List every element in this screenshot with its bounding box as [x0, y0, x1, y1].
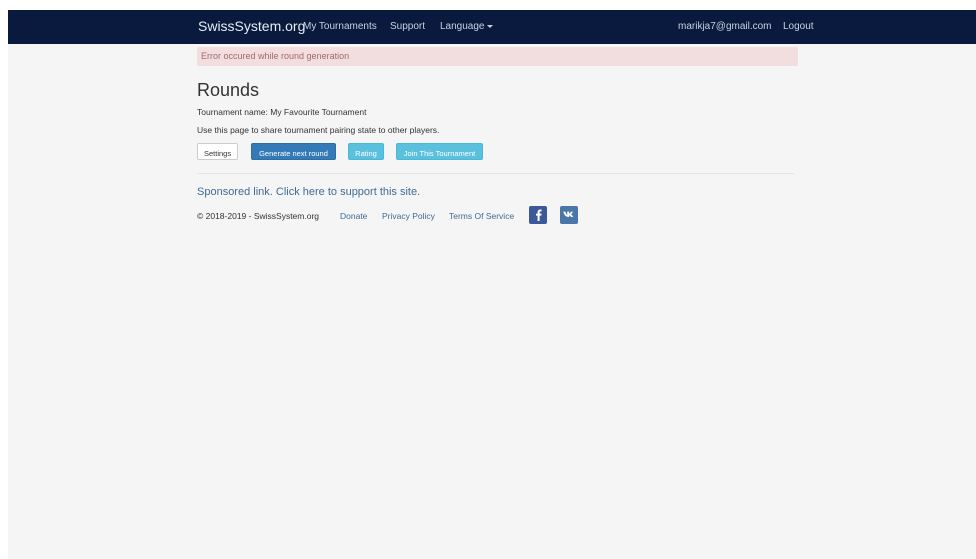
nav-logout[interactable]: Logout: [783, 21, 814, 32]
top-navbar: SwissSystem.org My Tournaments Support L…: [8, 10, 976, 44]
page-description: Use this page to share tournament pairin…: [197, 125, 440, 135]
caret-down-icon: [486, 24, 493, 28]
nav-my-tournaments[interactable]: My Tournaments: [303, 21, 377, 32]
join-tournament-button[interactable]: Join This Tournament: [396, 143, 483, 160]
nav-language-dropdown[interactable]: Language: [440, 21, 493, 32]
facebook-icon[interactable]: [529, 206, 547, 224]
nav-language-label: Language: [440, 21, 485, 32]
page-title: Rounds: [197, 80, 260, 100]
rating-button[interactable]: Rating: [348, 143, 384, 160]
sponsored-link[interactable]: Sponsored link. Click here to support th…: [197, 186, 420, 198]
nav-support[interactable]: Support: [390, 21, 425, 32]
footer-link-terms-of-service[interactable]: Terms Of Service: [449, 211, 514, 221]
page-body: SwissSystem.org My Tournaments Support L…: [8, 10, 976, 559]
error-alert-message: Error occured while round generation: [201, 51, 350, 61]
footer-link-privacy-policy[interactable]: Privacy Policy: [382, 211, 435, 221]
error-alert: Error occured while round generation: [197, 47, 798, 66]
tournament-name: Tournament name: My Favourite Tournament: [197, 107, 367, 117]
section-divider: [197, 173, 794, 174]
nav-user-email[interactable]: marikja7@gmail.com: [678, 21, 772, 32]
copyright-text: © 2018-2019 - SwissSystem.org: [197, 211, 320, 221]
brand-link[interactable]: SwissSystem.org: [198, 18, 305, 34]
settings-button[interactable]: Settings: [197, 143, 238, 160]
footer-link-donate[interactable]: Donate: [340, 211, 367, 221]
vk-icon[interactable]: [560, 206, 578, 224]
generate-next-round-button[interactable]: Generate next round: [251, 143, 336, 160]
